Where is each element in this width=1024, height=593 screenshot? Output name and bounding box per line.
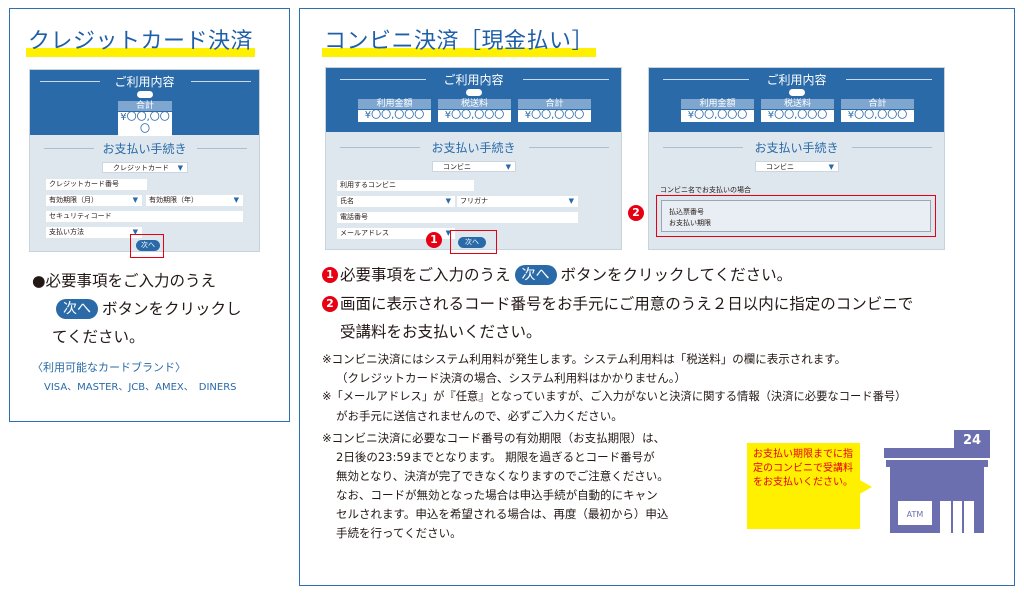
usage-title: ご利用内容 <box>443 73 504 87</box>
credit-card-panel: クレジットカード決済 ご利用内容 合計 ¥〇〇,〇〇〇 お支払い手続き クレジッ… <box>9 8 290 422</box>
convenience-title: コンビニ決済［現金払い］ <box>322 23 597 57</box>
toggle-icon <box>789 89 805 96</box>
furigana-field[interactable]: フリガナ ▼ <box>457 196 578 207</box>
payment-deadline-label: お支払い期限 <box>669 219 711 227</box>
payment-method-select[interactable]: クレジットカード ▼ <box>102 162 188 173</box>
note-1b: （クレジットカード決済の場合、システム利用料はかかりません。） <box>336 371 687 385</box>
next-button[interactable]: 次へ <box>458 237 486 248</box>
conv-step-2: 2 画面に表示されるコード番号をお手元にご用意のうえ２日以内に指定のコンビニで <box>322 291 913 317</box>
note-3e: セルされます。申込を希望される場合は、再度（最初から）申込 <box>336 507 669 521</box>
procedure-title: お支払い手続き <box>102 142 187 156</box>
total-label: 合計 <box>118 101 172 111</box>
store-select[interactable]: 利用するコンビニ <box>337 180 474 191</box>
atm-label: ATM <box>907 510 924 519</box>
fee-label: 税送料 <box>761 99 834 109</box>
card-brands-list: VISA、MASTER、JCB、AMEX、 DINERS <box>44 382 237 393</box>
installment-select[interactable]: 支払い方法 ▼ <box>46 227 142 238</box>
fee-value: ¥〇〇,〇〇〇 <box>438 110 511 122</box>
total-value: ¥〇〇,〇〇〇 <box>841 110 914 122</box>
credit-card-title: クレジットカード決済 <box>26 23 256 57</box>
total-label: 合計 <box>841 99 914 109</box>
step-2-marker: 2 <box>628 205 644 221</box>
exp-month-select[interactable]: 有効期限（月） ▼ <box>46 195 142 206</box>
step-1-marker: 1 <box>426 232 442 248</box>
store-sign-text: 24 <box>963 433 981 448</box>
toggle-icon <box>137 91 153 98</box>
convenience-result-screenshot: ご利用内容 利用金額 ¥〇〇,〇〇〇 税送料 ¥〇〇,〇〇〇 合計 ¥〇〇,〇〇… <box>648 67 945 250</box>
usage-title: ご利用内容 <box>766 73 827 87</box>
usage-title: ご利用内容 <box>114 75 175 89</box>
note-1: ※コンビニ決済にはシステム利用料が発生します。システム利用料は「税送料」の欄に表… <box>322 352 847 366</box>
note-3: ※コンビニ決済に必要なコード番号の有効期限（お支払期限）は、 <box>322 431 666 445</box>
exp-year-select[interactable]: 有効期限（年） ▼ <box>146 195 243 206</box>
amount-label: 利用金額 <box>358 99 431 109</box>
note-2: ※「メールアドレス」が『任意』となっていますが、ご入力がないと決済に関する情報（… <box>322 390 907 403</box>
next-button[interactable]: 次へ <box>136 240 160 251</box>
card-number-field[interactable]: クレジットカード番号 <box>46 179 147 190</box>
note-3d: なお、コードが無効となった場合は申込手続が自動的にキャン <box>336 488 658 502</box>
card-brands-heading: 〈利用可能なカードブランド〉 <box>32 361 186 374</box>
note-3c: 無効となり、決済が完了できなくなりますのでご注意ください。 <box>336 469 669 483</box>
toggle-icon <box>466 89 482 96</box>
convenience-store-icon: 24 ATM <box>884 430 990 533</box>
credit-instruction-2: 次へ ボタンをクリックし <box>52 296 242 322</box>
convenience-form-screenshot: ご利用内容 利用金額 ¥〇〇,〇〇〇 税送料 ¥〇〇,〇〇〇 合計 ¥〇〇,〇〇… <box>325 67 622 254</box>
phone-field[interactable]: 電話番号 <box>337 212 578 223</box>
note-3f: 手続を行ってください。 <box>336 526 462 540</box>
procedure-title: お支払い手続き <box>754 141 839 155</box>
total-label: 合計 <box>518 99 591 109</box>
note-3b: 2日後の23:59までとなります。 期限を過ぎるとコード番号が <box>336 450 655 464</box>
callout-pointer <box>858 479 872 495</box>
convenience-store-panel: コンビニ決済［現金払い］ ご利用内容 利用金額 ¥〇〇,〇〇〇 税送料 ¥〇〇,… <box>299 8 1015 586</box>
code-info-box: 払込票番号 お支払い期限 <box>661 200 931 232</box>
payment-method-select[interactable]: コンビニ ▼ <box>432 161 516 172</box>
next-button-label: 次へ <box>56 299 98 319</box>
security-code-field[interactable]: セキュリティコード <box>46 211 243 222</box>
amount-value: ¥〇〇,〇〇〇 <box>681 110 754 122</box>
amount-label: 利用金額 <box>681 99 754 109</box>
deadline-callout: お支払い期限までに指定のコンビニで受講料をお支払いください。 <box>747 443 860 529</box>
payment-method-select[interactable]: コンビニ ▼ <box>755 161 839 172</box>
fee-label: 税送料 <box>438 99 511 109</box>
credit-instruction-1: ●必要事項をご入力のうえ <box>32 272 217 290</box>
conv-step-1: 1 必要事項をご入力のうえ 次へ ボタンをクリックしてください。 <box>322 262 792 288</box>
credit-form-screenshot: ご利用内容 合計 ¥〇〇,〇〇〇 お支払い手続き クレジットカード ▼ クレジット… <box>29 69 260 258</box>
amount-value: ¥〇〇,〇〇〇 <box>358 110 431 122</box>
total-value: ¥〇〇,〇〇〇 <box>118 112 172 136</box>
next-button-label: 次へ <box>514 265 557 285</box>
store-payment-label: コンビニ名でお支払いの場合 <box>660 186 751 194</box>
conv-step-2-cont: 受講料をお支払いください。 <box>340 323 542 341</box>
procedure-title: お支払い手続き <box>431 141 516 155</box>
note-2b: がお手元に送信されませんので、必ずご入力ください。 <box>336 409 623 423</box>
fee-value: ¥〇〇,〇〇〇 <box>761 110 834 122</box>
total-value: ¥〇〇,〇〇〇 <box>518 110 591 122</box>
credit-instruction-3: てください。 <box>52 328 145 346</box>
ticket-number-label: 払込票番号 <box>669 208 704 216</box>
name-field[interactable]: 氏名 ▼ <box>337 196 455 207</box>
